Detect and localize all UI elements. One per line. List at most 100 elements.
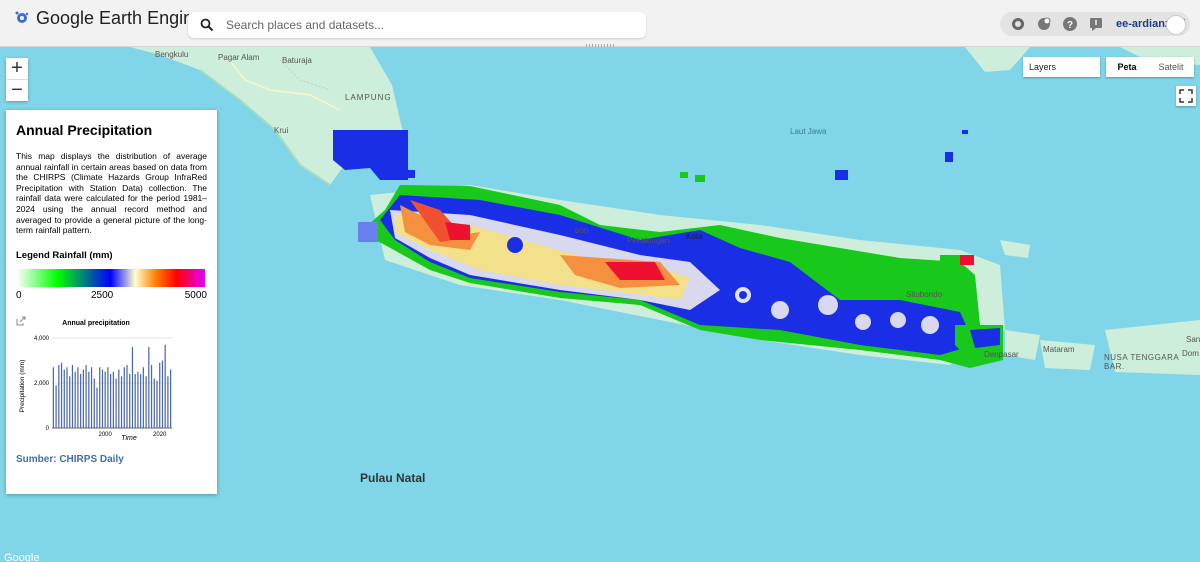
chart-bar (142, 367, 144, 428)
map-type-satelit[interactable]: Satelit (1148, 57, 1194, 77)
chart-bar (71, 364, 74, 428)
map-label-lampung: LAMPUNG (345, 93, 392, 102)
chart-bars (52, 344, 172, 428)
info-panel: Annual Precipitation This map displays t… (6, 110, 217, 494)
chart-bar (123, 367, 125, 428)
feedback-icon[interactable] (1088, 16, 1104, 32)
map-label-laut-jawa: Laut Jawa (790, 127, 827, 136)
avatar[interactable] (1166, 15, 1186, 35)
chart-title: Annual precipitation (62, 320, 130, 327)
chart-bar (140, 373, 142, 428)
chart-x-tick: 2020 (153, 432, 167, 438)
map-label-krui: Krui (274, 126, 289, 135)
notifications-icon[interactable] (1036, 16, 1052, 32)
source-link[interactable]: Sumber: CHIRPS Daily (16, 454, 207, 465)
map-type-peta[interactable]: Peta (1106, 57, 1148, 77)
rain-sumatra-tip (333, 130, 408, 180)
chart-bar (134, 373, 136, 428)
chart-bar (118, 369, 120, 428)
chart-bar (96, 387, 98, 428)
panel-title: Annual Precipitation (16, 122, 153, 138)
chart-bar (150, 364, 153, 428)
map-label-pulau-natal: Pulau Natal (360, 471, 426, 485)
help-icon[interactable]: ? (1062, 16, 1078, 32)
map-label-dom: Dom (1182, 349, 1199, 358)
map-label-san: San (1186, 335, 1200, 344)
chart-bar (60, 362, 63, 428)
precipitation-chart: Annual precipitation Precipitation (mm) … (16, 316, 207, 442)
chart-y-tick: 0 (46, 426, 50, 432)
svg-text:?: ? (1067, 20, 1073, 31)
search-box[interactable] (188, 12, 646, 38)
map-label-bon: bon (575, 226, 589, 235)
chart-bar (69, 376, 71, 428)
app-title: Google Earth Engine (36, 7, 204, 28)
chart-bar (99, 367, 101, 428)
top-bar: Google Earth Engine ? ee-ardianzaki (0, 0, 1200, 50)
chart-bar (77, 367, 79, 428)
fullscreen-button[interactable] (1176, 86, 1196, 106)
chart-bar (159, 362, 161, 428)
chart-y-tick: 2,000 (34, 381, 50, 387)
chart-bar (101, 369, 104, 428)
zoom-out-button[interactable]: − (6, 80, 28, 101)
map-label-pekalongan: Pekalongan (627, 236, 670, 245)
chart-bar (66, 367, 68, 428)
chart-bar (115, 378, 117, 428)
chart-bar (80, 373, 82, 428)
chart-bar (120, 376, 123, 428)
chart-bar (153, 378, 155, 428)
map-type-switch: Peta Satelit (1106, 57, 1194, 77)
app-logo[interactable]: Google Earth Engine (14, 6, 203, 30)
legend-labels: 0 2500 5000 (16, 290, 207, 304)
chart-bar (52, 367, 54, 428)
chart-bar (93, 378, 95, 428)
chart-bar (167, 376, 169, 428)
chart-bar (85, 364, 87, 428)
chart-bar (112, 371, 114, 428)
zoom-controls: + − (6, 58, 28, 101)
chart-bar (129, 373, 131, 428)
chart-bar (137, 371, 139, 428)
chart-bar (170, 369, 172, 428)
header-actions: ? ee-ardianzaki (1000, 12, 1190, 36)
google-attribution: Google (4, 552, 40, 562)
chart-bar (145, 376, 147, 428)
chart-bar (126, 364, 128, 428)
chart-bar (88, 371, 90, 428)
chart-bar (82, 369, 84, 428)
map-label-baturaja: Baturaja (282, 56, 312, 65)
chart-xlabel: Time (121, 435, 137, 442)
chart-bar (90, 367, 93, 428)
map-label-bengkulu: Bengkulu (155, 50, 189, 59)
search-input[interactable] (224, 17, 646, 33)
chart-bar (148, 346, 150, 428)
chart-bar (63, 369, 65, 428)
map-label-situbondo: Situbondo (906, 290, 943, 299)
chart-bar (161, 360, 164, 428)
chart-bar (107, 367, 109, 428)
legend-color-bar (16, 268, 205, 287)
legend-title: Legend Rainfall (mm) (16, 249, 113, 261)
chart-bar (55, 385, 57, 428)
fullscreen-icon (1179, 89, 1193, 103)
map-label-pagar-alam: Pagar Alam (218, 53, 260, 62)
layers-button[interactable]: Layers (1023, 57, 1100, 77)
chart-bar (110, 373, 112, 428)
zoom-in-button[interactable]: + (6, 58, 28, 80)
search-icon (200, 18, 214, 32)
chart-bar (104, 371, 106, 428)
panel-description: This map displays the distribution of av… (16, 151, 207, 236)
legend-label-max: 5000 (184, 289, 207, 301)
map-label-kota: Kota (686, 232, 703, 241)
chart-bar (58, 364, 60, 428)
theme-toggle-icon[interactable] (1010, 16, 1026, 32)
chart-bar (164, 344, 166, 428)
chart-ylabel: Precipitation (mm) (19, 359, 26, 412)
earth-engine-logo-icon (15, 11, 29, 23)
map-label-denpasar: Denpasar (984, 350, 1019, 359)
map-label-mataram: Mataram (1043, 345, 1075, 354)
chart-y-tick: 4,000 (34, 336, 50, 342)
legend-label-mid: 2500 (91, 289, 114, 301)
legend-label-min: 0 (16, 289, 22, 301)
